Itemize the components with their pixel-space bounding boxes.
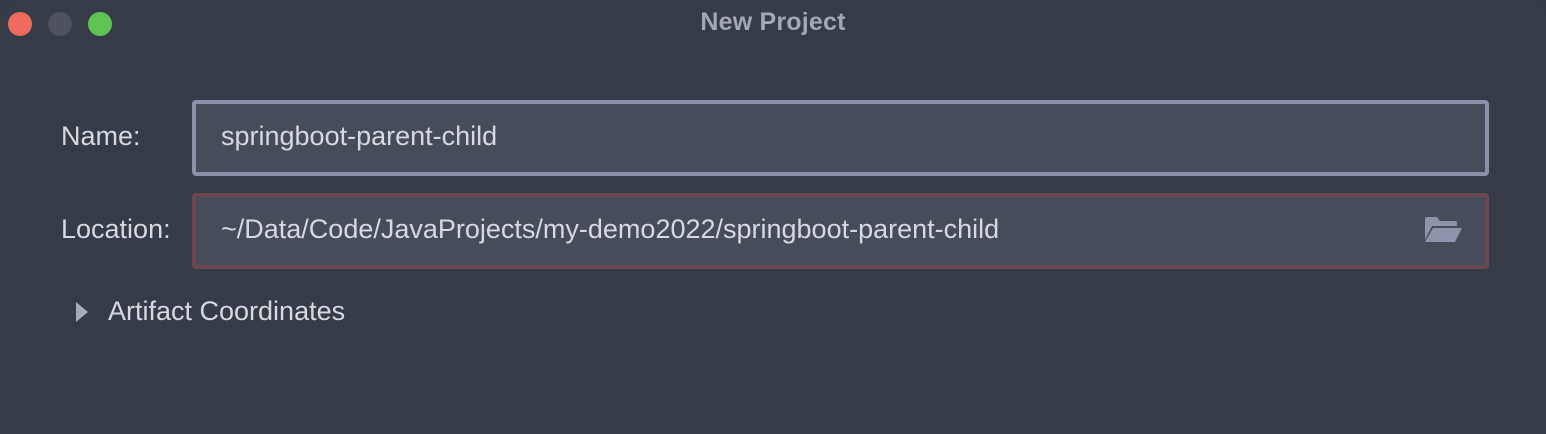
folder-icon[interactable] xyxy=(1423,214,1463,244)
name-label: Name: xyxy=(61,121,141,151)
name-field[interactable]: springboot-parent-child xyxy=(192,100,1489,176)
artifact-coordinates-label: Artifact Coordinates xyxy=(108,296,346,326)
window-title: New Project xyxy=(700,8,846,36)
location-field[interactable]: ~/Data/Code/JavaProjects/my-demo2022/spr… xyxy=(192,193,1489,269)
chevron-right-icon xyxy=(76,302,88,322)
title-bar: New Project xyxy=(0,0,1546,46)
name-field-value[interactable]: springboot-parent-child xyxy=(221,121,497,152)
location-field-value[interactable]: ~/Data/Code/JavaProjects/my-demo2022/spr… xyxy=(221,214,999,245)
new-project-window: New Project Name: springboot-parent-chil… xyxy=(0,0,1546,434)
location-label: Location: xyxy=(61,214,171,244)
